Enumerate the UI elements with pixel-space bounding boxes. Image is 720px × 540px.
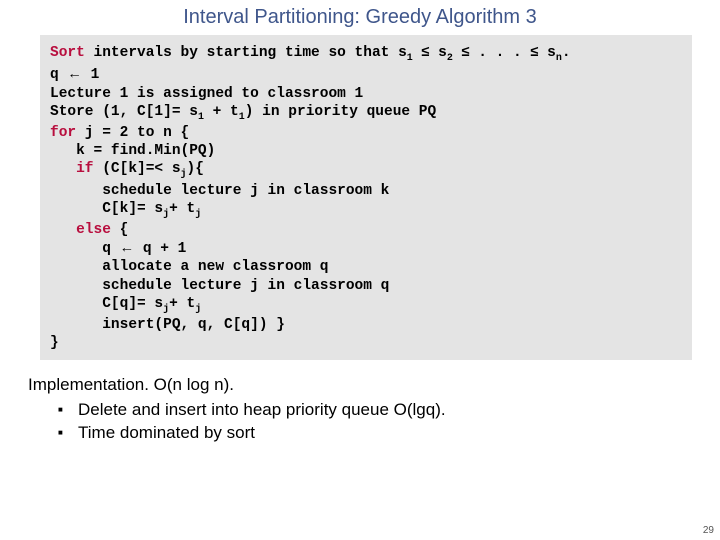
le-symbol: ≤ <box>462 44 470 60</box>
code-text: q <box>50 241 120 257</box>
code-text: j = 2 to n { <box>76 125 189 141</box>
code-text: (C[k]=< s <box>94 161 181 177</box>
code-text: k = find.Min(PQ) <box>50 143 215 159</box>
code-text: ) in priority queue PQ <box>245 104 436 120</box>
subscript: j <box>195 209 201 220</box>
implementation-notes: Implementation. O(n log n). Delete and i… <box>28 374 692 445</box>
code-text: q + 1 <box>134 241 186 257</box>
arrow-left-icon: ← <box>67 66 82 82</box>
slide: Interval Partitioning: Greedy Algorithm … <box>0 0 720 540</box>
code-text: C[q]= s <box>50 296 163 312</box>
code-text: s <box>538 45 555 61</box>
keyword-sort: Sort <box>50 45 85 61</box>
bullet-item: Time dominated by sort <box>58 422 692 445</box>
code-text: insert(PQ, q, C[q]) } <box>50 317 285 333</box>
code-text: + t <box>169 201 195 217</box>
code-text: 1 <box>82 67 99 83</box>
bullet-text: Delete and insert into heap priority que… <box>78 400 446 419</box>
code-text: Lecture 1 is assigned to classroom 1 <box>50 86 363 102</box>
code-text <box>50 161 76 177</box>
code-text: + t <box>169 296 195 312</box>
code-text: s <box>429 45 446 61</box>
page-number: 29 <box>703 525 714 536</box>
bullet-text: Time dominated by sort <box>78 423 255 442</box>
code-text: } <box>50 335 59 351</box>
code-text: intervals by starting time so that s <box>85 45 407 61</box>
keyword-else: else <box>76 222 111 238</box>
arrow-left-icon: ← <box>120 240 135 256</box>
code-text: . <box>562 45 571 61</box>
implementation-header: Implementation. O(n log n). <box>28 375 234 394</box>
code-text: . . . <box>470 45 531 61</box>
subscript: j <box>195 304 201 315</box>
bullet-item: Delete and insert into heap priority que… <box>58 399 692 422</box>
code-text <box>50 222 76 238</box>
code-text: { <box>111 222 128 238</box>
code-text: q <box>50 67 67 83</box>
code-text: schedule lecture j in classroom k <box>50 183 389 199</box>
code-text: Store (1, C[1]= s <box>50 104 198 120</box>
keyword-for: for <box>50 125 76 141</box>
code-text: allocate a new classroom q <box>50 259 328 275</box>
keyword-if: if <box>76 161 93 177</box>
slide-title: Interval Partitioning: Greedy Algorithm … <box>0 0 720 35</box>
code-text: C[k]= s <box>50 201 163 217</box>
code-text: ){ <box>187 161 204 177</box>
code-text: + t <box>204 104 239 120</box>
code-text <box>453 45 462 61</box>
algorithm-code: Sort intervals by starting time so that … <box>40 35 692 360</box>
code-text: schedule lecture j in classroom q <box>50 278 389 294</box>
